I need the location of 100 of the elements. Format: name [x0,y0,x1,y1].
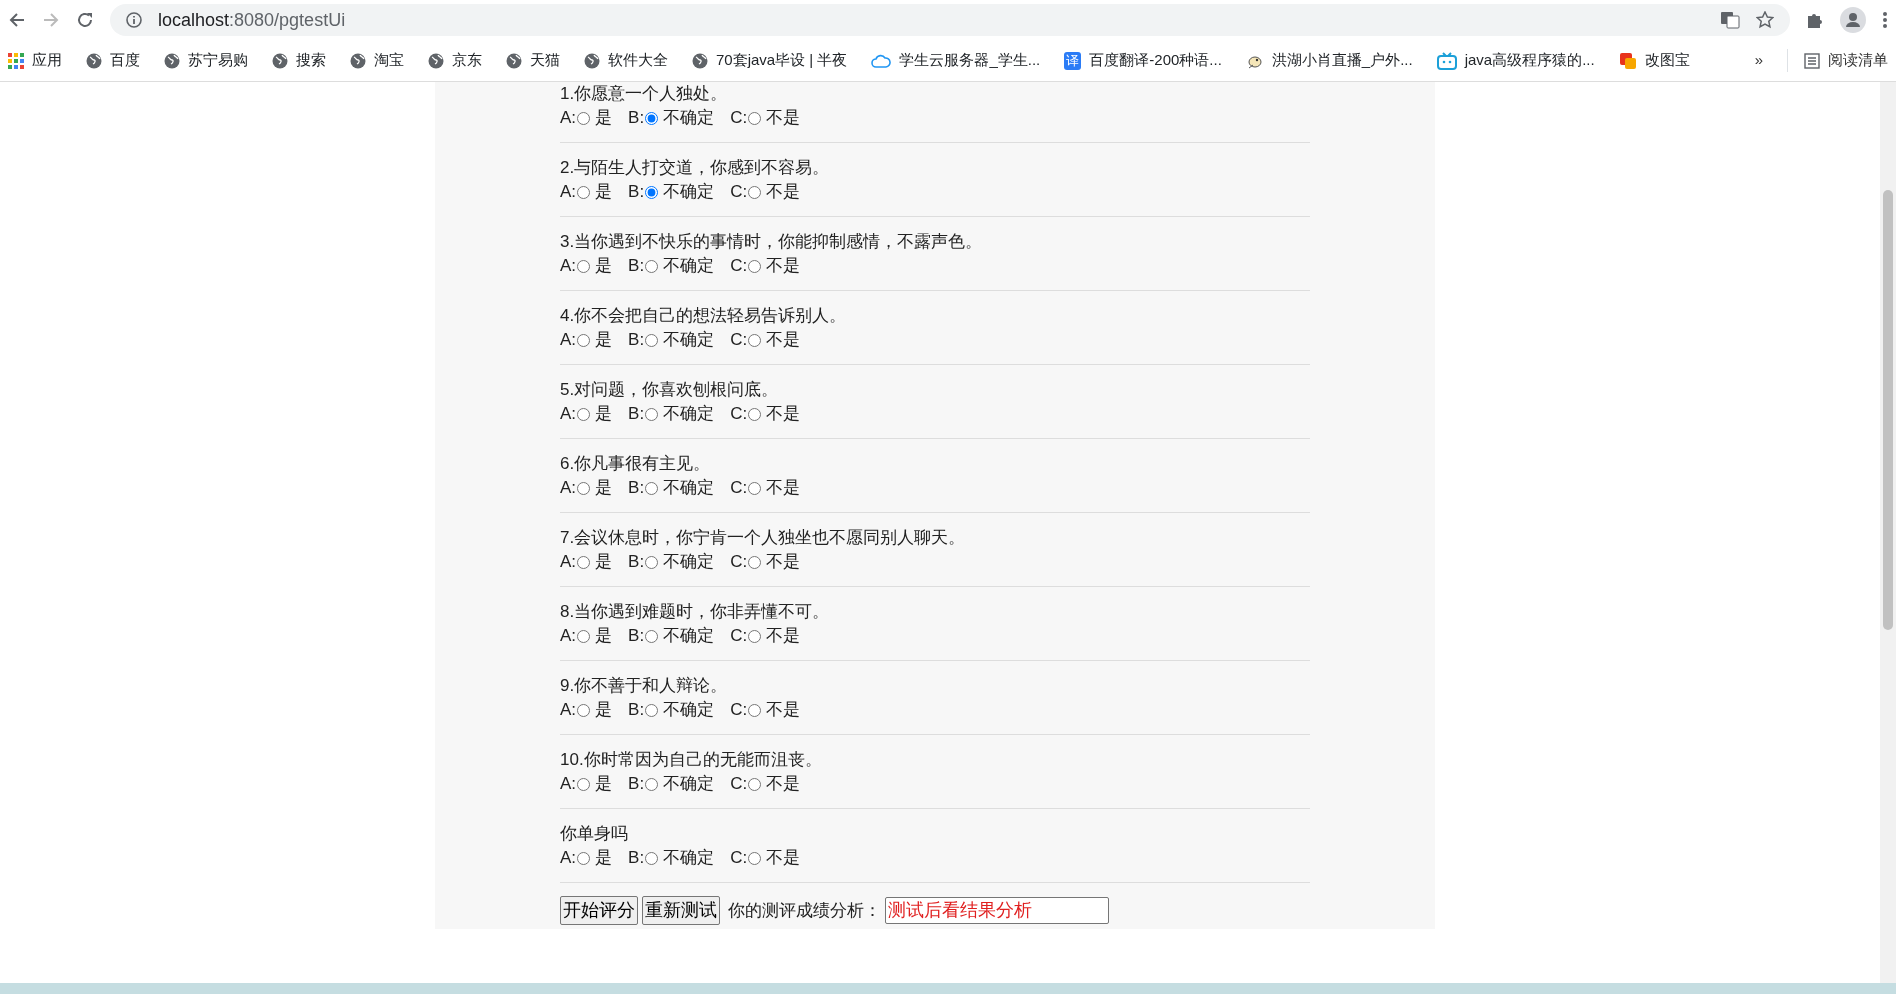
radio-button[interactable] [645,259,659,273]
option-letter: C: [730,403,748,425]
bookmark-link[interactable]: 70套java毕设 | 半夜 [716,49,848,72]
bookmark-link[interactable]: 应用 [32,49,62,72]
profile-icon[interactable] [1840,7,1866,33]
bookmark-link[interactable]: 苏宁易购 [188,49,248,72]
radio-button[interactable] [577,259,591,273]
option-letter: B: [628,551,645,573]
radio-button[interactable] [748,481,762,495]
bookmark-link[interactable]: 洪湖小肖直播_户外... [1271,49,1413,72]
radio-button[interactable] [748,333,762,347]
bookmark-link[interactable]: 京东 [452,49,482,72]
bookmark-link[interactable]: 百度 [110,49,140,72]
bookmark-link[interactable]: 搜索 [296,49,326,72]
option-label: 是 [595,107,613,129]
option-letter: A: [560,625,577,647]
option-label: 不是 [766,181,801,203]
radio-button[interactable] [748,555,762,569]
globe-icon [506,52,522,69]
option-label: 是 [595,773,613,795]
option-letter: C: [730,773,748,795]
radio-button[interactable] [645,407,659,421]
radio-button[interactable] [748,629,762,643]
option-letter: B: [628,699,645,721]
radio-button[interactable] [577,407,591,421]
form-button[interactable]: 重新测试 [642,896,720,925]
apps-grid-icon [8,52,24,69]
option-letter: B: [628,847,645,869]
menu-icon[interactable] [1882,11,1888,29]
question-text: 4.你不会把自己的想法轻易告诉别人。 [560,305,848,327]
bookmark-link[interactable]: 天猫 [530,49,560,72]
globe-icon [350,52,366,69]
radio-button[interactable] [577,851,591,865]
option-letter: C: [730,255,748,277]
option-letter: A: [560,699,577,721]
cloud-icon [871,53,892,68]
option-letter: A: [560,329,577,351]
radio-button[interactable] [748,111,762,125]
form-button[interactable]: 开始评分 [560,896,638,925]
radio-button[interactable] [748,185,762,199]
bookmark-link[interactable]: 百度翻译-200种语... [1089,49,1222,72]
radio-button[interactable] [577,481,591,495]
radio-button[interactable] [748,703,762,717]
bookmark-link[interactable]: 软件大全 [608,49,668,72]
option-label: 不确定 [663,773,715,795]
radio-button[interactable] [748,407,762,421]
radio-button[interactable] [645,185,659,199]
option-letter: A: [560,255,577,277]
radio-button[interactable] [748,259,762,273]
result-field[interactable]: 测试后看结果分析 [885,897,1109,924]
bookmark-star-icon[interactable] [1756,11,1774,29]
question-text: 5.对问题，你喜欢刨根问底。 [560,379,780,401]
question-text: 8.当你遇到难题时，你非弄懂不可。 [560,601,831,623]
globe-icon [428,52,444,69]
option-label: 不确定 [663,477,715,499]
radio-button[interactable] [645,555,659,569]
bookmark-link[interactable]: 淘宝 [374,49,404,72]
translate-icon[interactable] [1720,11,1740,29]
radio-button[interactable] [748,851,762,865]
bookmark-link[interactable]: 学生云服务器_学生... [899,49,1041,72]
option-label: 不确定 [663,551,715,573]
reload-icon[interactable] [76,11,94,29]
option-label: 不是 [766,107,801,129]
bookmark-link[interactable]: java高级程序猿的... [1464,49,1595,72]
radio-button[interactable] [645,481,659,495]
option-label: 是 [595,551,613,573]
radio-button[interactable] [645,629,659,643]
radio-button[interactable] [645,777,659,791]
radio-button[interactable] [645,851,659,865]
question-text: 6.你凡事很有主见。 [560,453,712,475]
option-letter: C: [730,181,748,203]
option-letter: B: [628,181,645,203]
radio-button[interactable] [645,703,659,717]
back-icon[interactable] [8,11,26,29]
option-letter: A: [560,181,577,203]
question-text: 7.会议休息时，你宁肯一个人独坐也不愿同别人聊天。 [560,527,967,549]
radio-button[interactable] [577,777,591,791]
radio-button[interactable] [577,333,591,347]
address-bar[interactable]: localhost:8080/pgtestUi [110,4,1790,36]
option-letter: C: [730,699,748,721]
radio-button[interactable] [577,111,591,125]
radio-button[interactable] [645,333,659,347]
radio-button[interactable] [577,629,591,643]
radio-button[interactable] [577,555,591,569]
option-letter: C: [730,107,748,129]
radio-button[interactable] [645,111,659,125]
reading-list-link[interactable]: 阅读清单 [1828,49,1888,72]
option-letter: A: [560,551,577,573]
option-label: 不是 [766,773,801,795]
option-label: 不是 [766,699,801,721]
option-label: 不是 [766,625,801,647]
puzzle-icon[interactable] [1806,11,1824,29]
more-bookmarks-button[interactable]: » [1754,49,1763,72]
bookmark-link[interactable]: 改图宝 [1644,49,1690,72]
radio-button[interactable] [577,703,591,717]
question-text: 9.你不善于和人辩论。 [560,675,729,697]
radio-button[interactable] [577,185,591,199]
globe-icon [86,52,102,69]
radio-button[interactable] [748,777,762,791]
option-label: 不确定 [663,329,715,351]
